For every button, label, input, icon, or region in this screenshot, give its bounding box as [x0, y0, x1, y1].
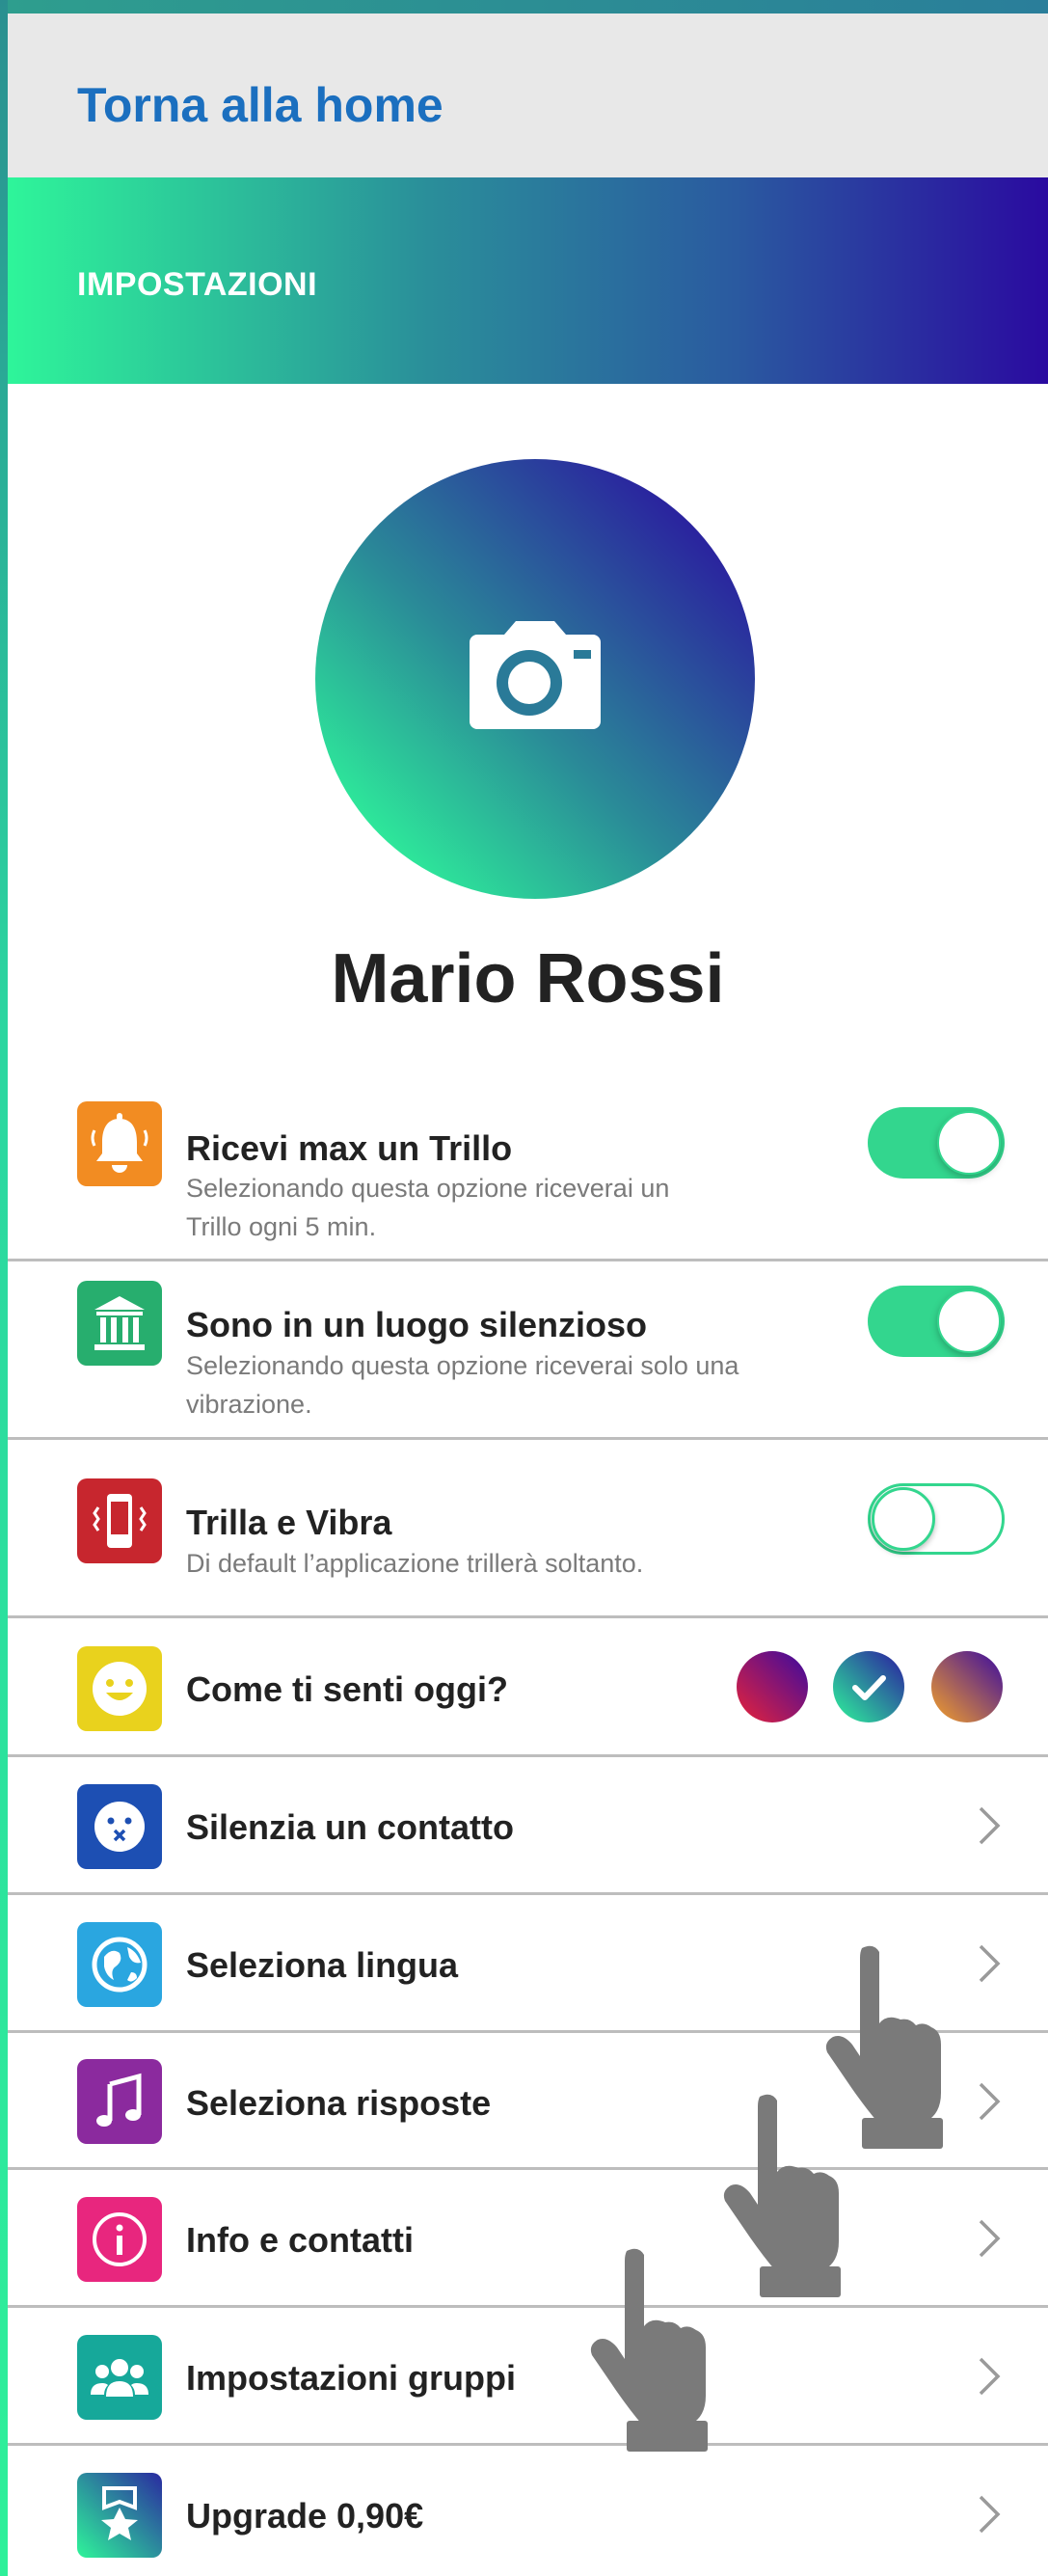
info-icon [93, 2212, 147, 2266]
menu-icon-box [77, 2335, 162, 2420]
menu-item-label: Seleziona risposte [186, 2083, 492, 2123]
menu-icon-box [77, 2059, 162, 2144]
window-top-border [0, 0, 1048, 14]
ring-vibrate-toggle[interactable] [868, 1483, 1005, 1555]
menu-item-label: Impostazioni gruppi [186, 2358, 516, 2398]
setting-title: Sono in un luogo silenzioso [186, 1305, 647, 1344]
setting-title: Trilla e Vibra [186, 1503, 392, 1542]
muted-face-icon [94, 1802, 145, 1852]
toggle-knob [872, 1487, 935, 1551]
setting-icon-box [77, 1478, 162, 1563]
menu-item-info-contacts[interactable]: Info e contatti [8, 2170, 1048, 2308]
tap-hand-icon [723, 2094, 841, 2297]
profile-avatar[interactable] [315, 459, 755, 899]
camera-icon [470, 621, 601, 729]
smiley-icon [93, 1662, 147, 1716]
menu-icon-box [77, 1922, 162, 2007]
setting-subtitle: Selezionando questa opzione riceverai un… [186, 1174, 670, 1241]
chevron-right-icon [979, 1806, 1001, 1845]
menu-item-silence-contact[interactable]: Silenzia un contatto [8, 1757, 1048, 1895]
setting-subtitle: Di default l’applicazione trillerà solta… [186, 1549, 644, 1578]
menu-item-label: Silenzia un contatto [186, 1807, 515, 1847]
setting-icon-box [77, 1281, 162, 1366]
setting-row-mood: Come ti senti oggi? [8, 1618, 1048, 1757]
music-note-icon [96, 2073, 142, 2127]
check-icon [852, 1675, 886, 1700]
menu-item-group-settings[interactable]: Impostazioni gruppi [8, 2308, 1048, 2446]
silent-place-toggle[interactable] [868, 1286, 1005, 1357]
top-bar: Torna alla home [8, 14, 1048, 177]
toggle-knob [937, 1111, 1001, 1175]
chevron-right-icon [979, 2357, 1001, 2396]
chevron-right-icon [979, 2219, 1001, 2258]
bell-icon [91, 1113, 148, 1173]
setting-icon-box [77, 1646, 162, 1731]
chevron-right-icon [979, 2495, 1001, 2534]
setting-row-max-trillo: Ricevi max un Trillo Selezionando questa… [8, 1078, 1048, 1261]
mood-option-green-blue[interactable] [833, 1651, 904, 1722]
toggle-knob [937, 1289, 1001, 1353]
settings-banner: IMPOSTAZIONI [8, 177, 1048, 384]
star-badge-icon [101, 2486, 138, 2540]
menu-item-label: Upgrade 0,90€ [186, 2496, 424, 2535]
menu-icon-box [77, 1784, 162, 1869]
globe-icon [92, 1937, 148, 1993]
mood-option-red-purple[interactable] [737, 1651, 808, 1722]
group-icon [91, 2359, 148, 2397]
tap-hand-icon [590, 2248, 708, 2452]
phone-vibrate-icon [93, 1494, 147, 1548]
building-icon [94, 1296, 145, 1350]
setting-subtitle: Selezionando questa opzione riceverai so… [186, 1351, 739, 1419]
page-title: IMPOSTAZIONI [77, 266, 318, 303]
back-to-home-link[interactable]: Torna alla home [77, 77, 443, 133]
max-trillo-toggle[interactable] [868, 1107, 1005, 1179]
menu-icon-box [77, 2197, 162, 2282]
menu-icon-box [77, 2473, 162, 2558]
setting-icon-box [77, 1101, 162, 1186]
menu-item-upgrade[interactable]: Upgrade 0,90€ [8, 2446, 1048, 2576]
chevron-right-icon [979, 2082, 1001, 2121]
window-left-border [0, 0, 8, 2576]
setting-row-silent-place: Sono in un luogo silenzioso Selezionando… [8, 1261, 1048, 1440]
menu-item-label: Seleziona lingua [186, 1945, 459, 1985]
setting-title: Ricevi max un Trillo [186, 1128, 513, 1168]
setting-title: Come ti senti oggi? [186, 1669, 509, 1709]
setting-row-ring-vibrate: Trilla e Vibra Di default l’applicazione… [8, 1440, 1048, 1618]
profile-name: Mario Rossi [331, 940, 725, 1017]
mood-option-orange-purple[interactable] [931, 1651, 1003, 1722]
chevron-right-icon [979, 1944, 1001, 1983]
menu-item-label: Info e contatti [186, 2220, 414, 2260]
